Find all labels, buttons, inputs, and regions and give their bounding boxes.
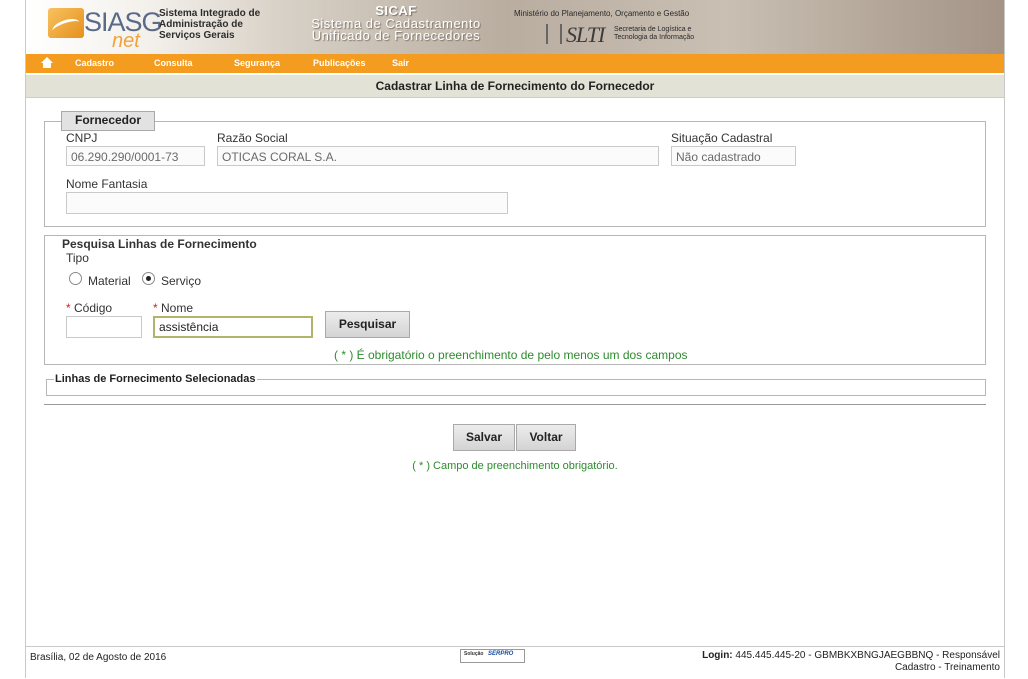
serpro-logo-text: SERPRO <box>488 651 514 657</box>
radio-material[interactable] <box>69 272 82 285</box>
section-divider <box>44 404 986 405</box>
ministry-name: Ministério do Planejamento, Orçamento e … <box>514 9 690 18</box>
nome-input[interactable]: assistência <box>153 316 313 338</box>
pesquisar-button[interactable]: Pesquisar <box>325 311 410 338</box>
salvar-button[interactable]: Salvar <box>453 424 515 451</box>
codigo-required-mark: * <box>66 301 71 315</box>
cnpj-label: CNPJ <box>66 131 98 145</box>
footer: Brasília, 02 de Agosto de 2016 Solução S… <box>26 646 1004 679</box>
page-title: Cadastrar Linha de Fornecimento do Forne… <box>375 79 655 93</box>
system-title-line-2: Administração de <box>159 19 243 30</box>
footer-login: Login: 445.445.445-20 - GBMBKXBNGJAEGBBN… <box>702 650 1000 674</box>
nav-item-consulta[interactable]: Consulta <box>154 58 193 68</box>
login-line-2: Cadastro - Treinamento <box>894 662 1000 673</box>
nome-fantasia-field <box>66 192 508 214</box>
page-title-bar: Cadastrar Linha de Fornecimento do Forne… <box>26 75 1004 98</box>
system-title-line-1: Sistema Integrado de <box>159 8 261 19</box>
codigo-label-text: Código <box>74 301 113 315</box>
codigo-input[interactable] <box>66 316 142 338</box>
login-value: 445.445.445-20 - GBMBKXBNGJAEGBBNQ - Res… <box>735 650 1000 661</box>
home-icon[interactable] <box>41 57 53 69</box>
sicaf-title-block: SICAF Sistema de Cadastramento Unificado… <box>296 0 496 54</box>
header-banner: SIASG net Sistema Integrado de Administr… <box>26 0 1004 54</box>
footer-date: Brasília, 02 de Agosto de 2016 <box>30 652 167 663</box>
pesquisa-required-hint: ( * ) É obrigatório o preenchimento de p… <box>334 348 688 362</box>
situacao-cadastral-label: Situação Cadastral <box>671 131 773 145</box>
slti-description: Secretaria de Logística e Tecnologia da … <box>614 26 694 42</box>
slti-mark-icon <box>546 24 562 44</box>
nome-required-mark: * <box>153 301 158 315</box>
codigo-label: * Código <box>66 301 112 315</box>
voltar-button[interactable]: Voltar <box>516 424 576 451</box>
nav-item-sair[interactable]: Sair <box>392 58 409 68</box>
required-field-hint: ( * ) Campo de preenchimento obrigatório… <box>412 460 618 472</box>
radio-material-label[interactable]: Material <box>88 274 131 288</box>
logo-net: net <box>112 30 140 52</box>
situacao-cadastral-field: Não cadastrado <box>671 146 796 166</box>
page-frame: SIASG net Sistema Integrado de Administr… <box>25 0 1005 679</box>
pesquisa-section <box>44 235 986 365</box>
nome-fantasia-label: Nome Fantasia <box>66 177 148 191</box>
serpro-logo: Solução SERPRO <box>460 649 525 663</box>
pesquisa-legend: Pesquisa Linhas de Fornecimento <box>61 237 258 251</box>
slti-logo: SLTI <box>566 22 605 47</box>
login-label: Login: <box>702 650 733 661</box>
cnpj-field: 06.290.290/0001-73 <box>66 146 205 166</box>
system-title: Sistema Integrado de Administração de Se… <box>159 8 279 41</box>
main-nav: Cadastro Consulta Segurança Publicações … <box>26 54 1004 73</box>
nav-item-seguranca[interactable]: Segurança <box>234 58 280 68</box>
nome-label: * Nome <box>153 301 193 315</box>
razao-social-field: OTICAS CORAL S.A. <box>217 146 659 166</box>
radio-servico[interactable] <box>142 272 155 285</box>
radio-servico-label[interactable]: Serviço <box>161 274 201 288</box>
linhas-selecionadas-legend: Linhas de Fornecimento Selecionadas <box>54 373 257 385</box>
serpro-logo-solucao: Solução <box>464 651 484 657</box>
tipo-label: Tipo <box>66 251 89 265</box>
nav-item-publicacoes[interactable]: Publicações <box>313 58 366 68</box>
siasg-logo: SIASG net <box>48 6 163 52</box>
razao-social-label: Razão Social <box>217 131 288 145</box>
logo-mark-icon <box>48 8 84 38</box>
slti-desc-line-1: Secretaria de Logística e <box>614 26 692 33</box>
system-title-line-3: Serviços Gerais <box>159 30 235 41</box>
fornecedor-legend: Fornecedor <box>61 111 155 131</box>
slti-desc-line-2: Tecnologia da Informação <box>614 34 695 41</box>
nav-item-cadastro[interactable]: Cadastro <box>75 58 114 68</box>
nome-label-text: Nome <box>161 301 194 315</box>
sicaf-subtitle-2: Unificado de Fornecedores <box>311 28 481 43</box>
